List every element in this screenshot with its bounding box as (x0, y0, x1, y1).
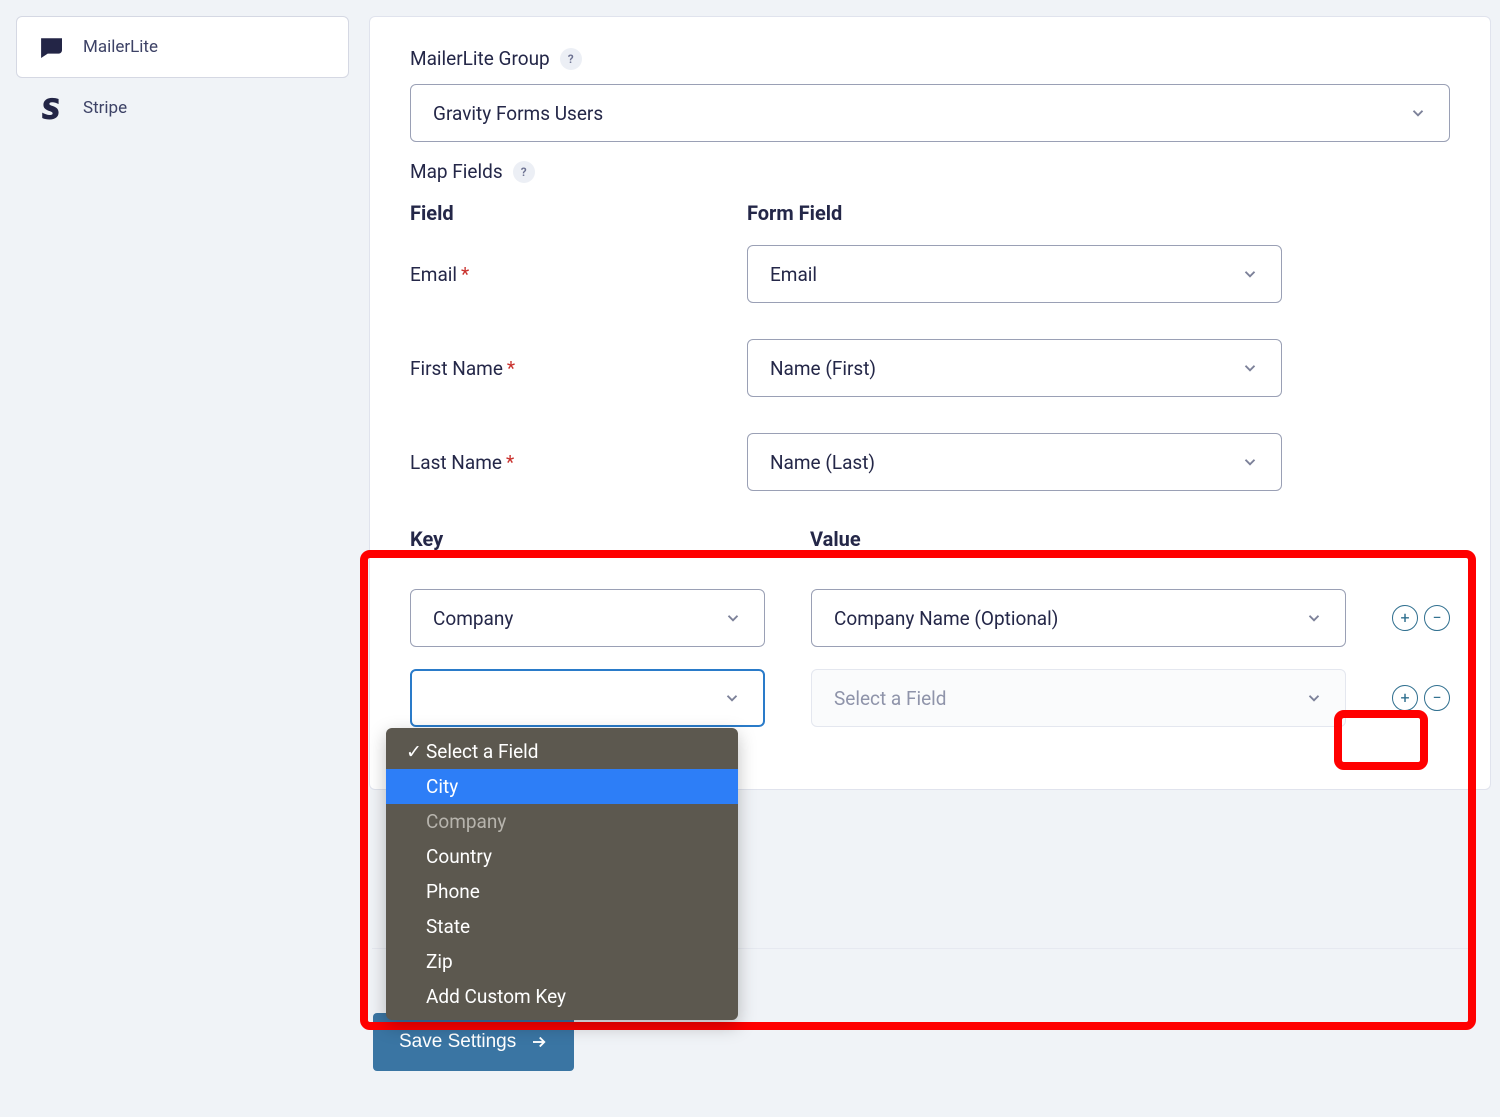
dropdown-option-select-a-field[interactable]: ✓Select a Field (386, 734, 738, 769)
add-row-button[interactable]: + (1392, 605, 1418, 631)
dropdown-option-zip[interactable]: Zip (386, 944, 738, 979)
field-header: Field (410, 201, 747, 225)
arrow-right-icon (530, 1033, 548, 1051)
sidebar: MailerLite Stripe (16, 16, 349, 790)
map-fields-label: Map Fields (410, 160, 503, 183)
remove-row-button[interactable]: − (1424, 685, 1450, 711)
key-value-section: Key Value Company Company Name (Optional… (410, 527, 1450, 727)
map-row-last-name: Last Name* Name (Last) (410, 433, 1450, 491)
key-select-open[interactable] (410, 669, 765, 727)
chevron-down-icon (723, 689, 741, 707)
group-select[interactable]: Gravity Forms Users (410, 84, 1450, 142)
required-marker: * (461, 263, 469, 286)
dropdown-option-state[interactable]: State (386, 909, 738, 944)
map-row-email: Email* Email (410, 245, 1450, 303)
kv-actions: + − (1392, 605, 1450, 631)
main-panel: MailerLite Group ? Gravity Forms Users M… (369, 16, 1491, 790)
dropdown-option-country[interactable]: Country (386, 839, 738, 874)
chevron-down-icon (1241, 359, 1259, 377)
form-field-select-first-name[interactable]: Name (First) (747, 339, 1282, 397)
required-marker: * (506, 451, 514, 474)
required-marker: * (507, 357, 515, 380)
remove-row-button[interactable]: − (1424, 605, 1450, 631)
key-dropdown-menu: ✓Select a Field City Company Country Pho… (386, 728, 738, 1020)
form-field-select-email[interactable]: Email (747, 245, 1282, 303)
group-label-row: MailerLite Group ? (410, 47, 1450, 70)
chevron-down-icon (1241, 453, 1259, 471)
save-settings-button[interactable]: Save Settings (373, 1013, 574, 1071)
group-label: MailerLite Group (410, 47, 550, 70)
dropdown-option-phone[interactable]: Phone (386, 874, 738, 909)
sidebar-item-label: MailerLite (83, 37, 158, 57)
kv-row-2: Select a Field + − (410, 669, 1450, 727)
check-icon: ✓ (406, 740, 420, 763)
chevron-down-icon (1409, 104, 1427, 122)
group-select-value: Gravity Forms Users (433, 102, 603, 125)
value-select-placeholder[interactable]: Select a Field (811, 669, 1346, 727)
dropdown-option-company[interactable]: Company (386, 804, 738, 839)
field-label: First Name* (410, 357, 747, 380)
help-icon[interactable]: ? (560, 48, 582, 70)
help-icon[interactable]: ? (513, 161, 535, 183)
kv-headers: Key Value (410, 527, 1450, 571)
stripe-icon (37, 96, 65, 120)
map-row-first-name: First Name* Name (First) (410, 339, 1450, 397)
key-header: Key (410, 527, 810, 551)
dropdown-option-city[interactable]: City (386, 769, 738, 804)
chat-icon (37, 35, 65, 59)
map-fields-label-row: Map Fields ? (410, 160, 1450, 183)
map-fields-headers: Field Form Field (410, 201, 1450, 245)
chevron-down-icon (1305, 689, 1323, 707)
dropdown-option-add-custom-key[interactable]: Add Custom Key (386, 979, 738, 1014)
kv-row-1: Company Company Name (Optional) + − (410, 589, 1450, 647)
sidebar-item-stripe[interactable]: Stripe (16, 78, 349, 138)
sidebar-item-mailerlite[interactable]: MailerLite (16, 16, 349, 78)
chevron-down-icon (724, 609, 742, 627)
chevron-down-icon (1305, 609, 1323, 627)
key-select[interactable]: Company (410, 589, 765, 647)
value-select[interactable]: Company Name (Optional) (811, 589, 1346, 647)
chevron-down-icon (1241, 265, 1259, 283)
field-label: Email* (410, 263, 747, 286)
form-field-header: Form Field (747, 201, 1450, 225)
sidebar-item-label: Stripe (83, 98, 127, 118)
add-row-button[interactable]: + (1392, 685, 1418, 711)
value-header: Value (810, 527, 861, 551)
kv-actions: + − (1392, 685, 1450, 711)
field-label: Last Name* (410, 451, 747, 474)
form-field-select-last-name[interactable]: Name (Last) (747, 433, 1282, 491)
